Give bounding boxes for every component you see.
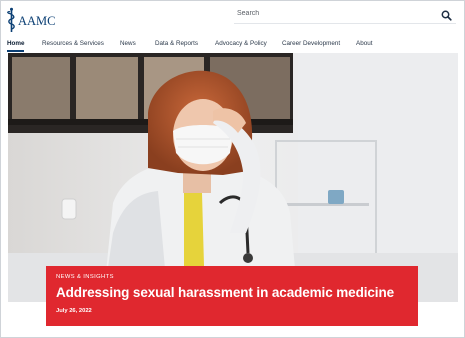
search-input[interactable] xyxy=(237,7,427,20)
aamc-logo[interactable]: AAMC xyxy=(7,7,56,33)
aamc-caduceus-logo-icon xyxy=(7,7,17,33)
card-category[interactable]: NEWS & INSIGHTS xyxy=(56,274,114,280)
headline-card[interactable]: NEWS & INSIGHTS Addressing sexual harass… xyxy=(46,266,418,326)
active-nav-indicator xyxy=(7,50,24,52)
nav-item-advocacy-policy[interactable]: Advocacy & Policy xyxy=(215,40,267,47)
nav-item-home[interactable]: Home xyxy=(7,40,25,47)
card-headline[interactable]: Addressing sexual harassment in academic… xyxy=(56,285,394,300)
card-date: July 26, 2022 xyxy=(56,308,92,314)
search-icon[interactable] xyxy=(441,8,452,21)
hero-image[interactable] xyxy=(8,53,458,302)
main-nav: Home Resources & Services News Data & Re… xyxy=(1,37,464,53)
nav-item-resources-services[interactable]: Resources & Services xyxy=(42,40,104,47)
nav-item-data-reports[interactable]: Data & Reports xyxy=(155,40,198,47)
brand-name: AAMC xyxy=(18,14,56,28)
nav-item-career-development[interactable]: Career Development xyxy=(282,40,340,47)
page-frame: AAMC Home Resources & Services News Data… xyxy=(0,0,465,338)
nav-item-about[interactable]: About xyxy=(356,40,372,47)
nav-item-news[interactable]: News xyxy=(120,40,136,47)
search-bar xyxy=(234,5,456,24)
site-header: AAMC xyxy=(1,1,464,37)
